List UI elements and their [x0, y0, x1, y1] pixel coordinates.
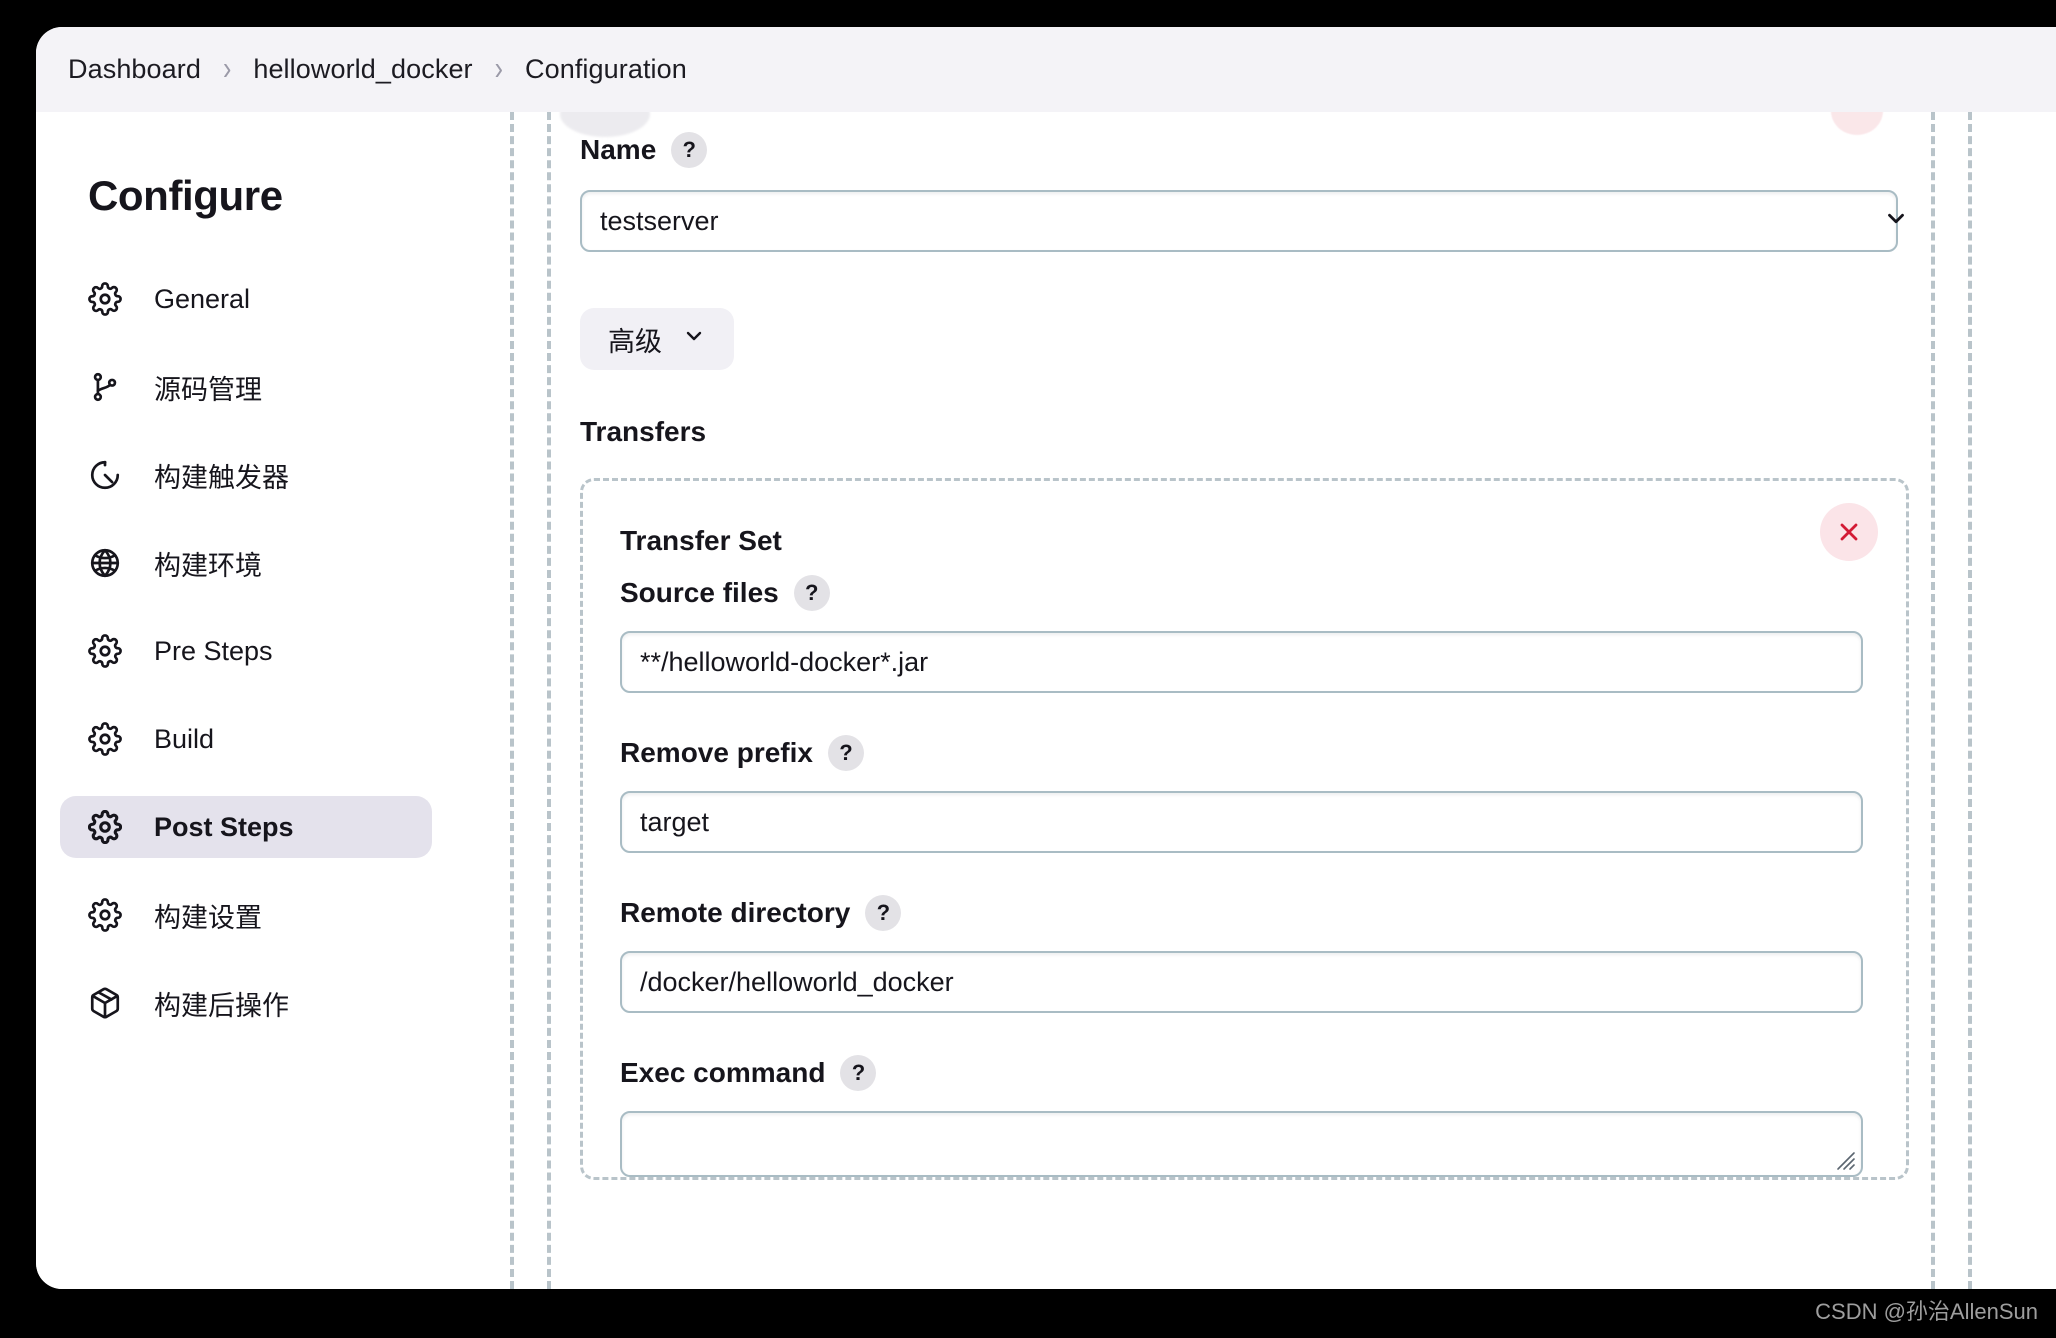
exec-command-textarea[interactable] — [620, 1111, 1863, 1177]
help-icon[interactable]: ? — [793, 575, 830, 611]
sidebar-item-post-build-actions[interactable]: 构建后操作 — [60, 972, 432, 1034]
sidebar-item-pre-steps[interactable]: Pre Steps — [60, 620, 432, 682]
gear-icon — [86, 632, 124, 670]
name-field-label: Name — [580, 134, 657, 165]
sidebar-item-label: 源码管理 — [154, 374, 262, 405]
help-icon[interactable]: ? — [827, 735, 864, 771]
transfer-set-card: Transfer Set Source files ? **/helloworl… — [580, 478, 1909, 1180]
remove-prefix-field: Remove prefix ? target — [620, 735, 1906, 853]
remove-prefix-input[interactable]: target — [620, 791, 1863, 853]
source-files-input[interactable]: **/helloworld-docker*.jar — [620, 631, 1863, 693]
breadcrumb-item-dashboard[interactable]: Dashboard — [68, 54, 201, 85]
sidebar-item-source-management[interactable]: 源码管理 — [60, 356, 432, 418]
sidebar-item-general[interactable]: General — [60, 268, 432, 330]
git-branch-icon — [86, 368, 124, 406]
page-title: Configure — [88, 172, 283, 219]
sidebar-item-build-environment[interactable]: 构建环境 — [60, 532, 432, 594]
remove-prefix-label-row: Remove prefix ? — [620, 735, 1906, 771]
sidebar-item-build[interactable]: Build — [60, 708, 432, 770]
help-icon[interactable]: ? — [865, 895, 902, 931]
screen-root: Dashboard › helloworld_docker › Configur… — [0, 0, 2056, 1338]
gear-icon — [86, 720, 124, 758]
help-icon[interactable]: ? — [671, 132, 708, 168]
exec-command-wrapper — [620, 1111, 1863, 1177]
sidebar-item-label: 构建设置 — [154, 902, 262, 933]
sidebar-item-build-triggers[interactable]: 构建触发器 — [60, 444, 432, 506]
sidebar-item-label: 构建触发器 — [154, 462, 289, 493]
sidebar-item-label: 构建环境 — [154, 550, 262, 581]
configuration-form: Name ? testserver 高级 Transfers Transfer … — [547, 112, 1931, 1289]
source-files-label-row: Source files ? — [620, 575, 1906, 611]
name-select-wrapper: testserver — [580, 190, 1931, 252]
gear-icon — [86, 280, 124, 318]
sidebar-nav: General 源码管理 构建触发器 构建环境 Pre Steps Build … — [36, 268, 456, 1034]
breadcrumb-item-configuration: Configuration — [524, 54, 687, 84]
sidebar-item-label: General — [154, 283, 251, 314]
sidebar-item-label: 构建后操作 — [154, 990, 289, 1021]
breadcrumb-separator: › — [223, 49, 232, 88]
remove-prefix-label: Remove prefix — [620, 737, 813, 768]
sidebar-item-label: Build — [154, 723, 215, 754]
help-icon[interactable]: ? — [840, 1055, 877, 1091]
sidebar: Configure General 源码管理 构建触发器 构建环境 Pre St… — [36, 112, 456, 1289]
source-files-label: Source files — [620, 577, 779, 608]
exec-command-label: Exec command — [620, 1057, 826, 1088]
transfers-heading: Transfers — [580, 416, 707, 447]
advanced-toggle-label: 高级 — [608, 326, 662, 357]
breadcrumb-separator: › — [494, 49, 503, 88]
layout-guide-left-outer — [510, 112, 514, 1289]
remote-directory-input[interactable]: /docker/helloworld_docker — [620, 951, 1863, 1013]
breadcrumb: Dashboard › helloworld_docker › Configur… — [36, 27, 2056, 112]
remote-directory-label-row: Remote directory ? — [620, 895, 1906, 931]
sidebar-item-label: Post Steps — [154, 811, 294, 842]
layout-guide-right-inner — [1931, 112, 1935, 1289]
watermark: CSDN @孙治AllenSun — [1815, 1299, 2038, 1324]
breadcrumb-item-project[interactable]: helloworld_docker — [253, 54, 472, 85]
chevron-down-icon — [682, 324, 706, 355]
sidebar-item-post-steps[interactable]: Post Steps — [60, 796, 432, 858]
name-select[interactable]: testserver — [580, 190, 1898, 252]
remote-directory-label: Remote directory — [620, 897, 851, 928]
advanced-toggle-button[interactable]: 高级 — [580, 308, 734, 370]
gear-icon — [86, 896, 124, 934]
app-card: Dashboard › helloworld_docker › Configur… — [36, 27, 2056, 1289]
remove-transfer-set-button[interactable] — [1820, 503, 1878, 561]
gear-icon — [86, 808, 124, 846]
layout-guide-right-outer — [1968, 112, 1972, 1289]
package-icon — [86, 984, 124, 1022]
globe-icon — [86, 544, 124, 582]
exec-command-label-row: Exec command ? — [620, 1055, 1906, 1091]
clock-icon — [86, 456, 124, 494]
sidebar-item-label: Pre Steps — [154, 635, 273, 666]
name-field-label-row: Name ? — [580, 132, 1931, 168]
source-files-field: Source files ? **/helloworld-docker*.jar — [620, 575, 1906, 693]
exec-command-field: Exec command ? — [620, 1055, 1906, 1177]
transfer-set-title: Transfer Set — [620, 525, 782, 556]
sidebar-item-build-settings[interactable]: 构建设置 — [60, 884, 432, 946]
remote-directory-field: Remote directory ? /docker/helloworld_do… — [620, 895, 1906, 1013]
close-icon — [1835, 518, 1863, 546]
